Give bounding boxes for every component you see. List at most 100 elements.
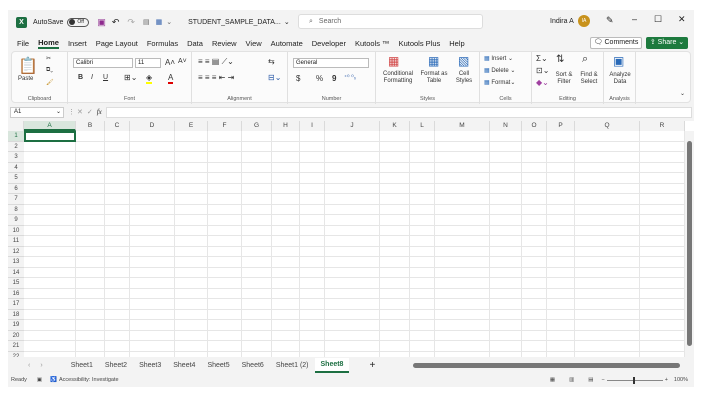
- avatar[interactable]: IA: [578, 15, 590, 27]
- zoom-out-icon[interactable]: −: [601, 377, 604, 383]
- copy-icon[interactable]: ⧉⌄: [46, 67, 53, 74]
- bold-button[interactable]: B: [78, 74, 83, 81]
- cell-styles-button[interactable]: Cell Styles: [452, 71, 476, 85]
- redo-icon[interactable]: ↷: [127, 17, 135, 28]
- comma-button[interactable]: 9: [332, 74, 336, 83]
- select-all-corner[interactable]: [8, 121, 24, 131]
- font-size-dropdown[interactable]: 11: [135, 58, 161, 68]
- share-button[interactable]: ⇪ Share ⌄: [646, 37, 688, 49]
- vertical-scroll-thumb[interactable]: [687, 141, 692, 346]
- tab-kutools-[interactable]: Kutools ™: [355, 39, 390, 48]
- next-sheet-icon[interactable]: ›: [40, 362, 42, 369]
- tab-developer[interactable]: Developer: [312, 39, 346, 48]
- format-painter-icon[interactable]: 🖌: [46, 79, 54, 86]
- sheet-tab-sheet6[interactable]: Sheet6: [236, 362, 270, 369]
- column-header-F[interactable]: F: [208, 121, 242, 131]
- row-header-2[interactable]: 2: [8, 141, 24, 152]
- name-box[interactable]: A1 ⌄: [10, 106, 64, 118]
- sheet-tab-sheet1[interactable]: Sheet1: [65, 362, 99, 369]
- italic-button[interactable]: I: [91, 74, 93, 81]
- spreadsheet-grid[interactable]: A B C D E F G H I J K L M N O P Q R 1 2 3 4 5 6 7 8 9 10 11 12 13 14 15 1…: [8, 121, 694, 367]
- tab-review[interactable]: Review: [212, 39, 237, 48]
- search-box[interactable]: ⌕ Search: [298, 14, 483, 29]
- align-left-icon[interactable]: ≡ ≡ ≡ ⇤ ⇥: [198, 73, 234, 82]
- autosum-icon[interactable]: Σ⌄: [536, 54, 548, 63]
- zoom-slider[interactable]: [606, 376, 663, 384]
- add-sheet-button[interactable]: +: [369, 360, 375, 371]
- format-as-table-button[interactable]: Format as Table: [419, 71, 449, 85]
- column-header-K[interactable]: K: [380, 121, 410, 131]
- pen-icon[interactable]: ✎: [606, 15, 614, 26]
- column-header-O[interactable]: O: [522, 121, 547, 131]
- row-header-18[interactable]: 18: [8, 309, 24, 320]
- row-header-21[interactable]: 21: [8, 341, 24, 352]
- percent-button[interactable]: %: [316, 74, 323, 83]
- sheet-tab-sheet1-2-[interactable]: Sheet1 (2): [270, 362, 315, 369]
- column-header-L[interactable]: L: [410, 121, 435, 131]
- formula-input[interactable]: [105, 106, 692, 118]
- zoom-level[interactable]: 100%: [674, 377, 688, 383]
- insert-function-button[interactable]: fx: [97, 108, 102, 116]
- insert-cells-button[interactable]: ▦ Insert ⌄: [484, 55, 513, 62]
- decrease-font-icon[interactable]: A˅: [178, 58, 187, 65]
- print-preview-icon[interactable]: ▤: [143, 18, 150, 26]
- accessibility-icon[interactable]: ♿: [50, 377, 57, 383]
- column-header-E[interactable]: E: [175, 121, 208, 131]
- row-header-4[interactable]: 4: [8, 162, 24, 173]
- underline-button[interactable]: U: [103, 74, 108, 81]
- column-header-N[interactable]: N: [490, 121, 522, 131]
- cancel-icon[interactable]: ⋮ ✕: [68, 108, 83, 116]
- sheet-tab-sheet2[interactable]: Sheet2: [99, 362, 133, 369]
- sheet-tab-sheet5[interactable]: Sheet5: [201, 362, 235, 369]
- column-header-C[interactable]: C: [105, 121, 130, 131]
- increase-font-icon[interactable]: A˄: [165, 58, 175, 67]
- macro-record-icon[interactable]: ▣: [37, 377, 42, 383]
- increase-decimal-icon[interactable]: ⁺⁰ ⁰₀: [344, 74, 356, 81]
- row-header-9[interactable]: 9: [8, 215, 24, 226]
- tab-insert[interactable]: Insert: [68, 39, 87, 48]
- prev-sheet-icon[interactable]: ‹: [28, 362, 30, 369]
- delete-cells-button[interactable]: ▦ Delete ⌄: [484, 67, 515, 74]
- merge-center-icon[interactable]: ⊟⌄: [268, 73, 281, 82]
- currency-button[interactable]: $: [296, 74, 300, 83]
- tab-help[interactable]: Help: [449, 39, 464, 48]
- paste-icon[interactable]: 📋: [18, 56, 38, 76]
- tab-view[interactable]: View: [246, 39, 262, 48]
- tab-formulas[interactable]: Formulas: [147, 39, 178, 48]
- row-header-16[interactable]: 16: [8, 288, 24, 299]
- paste-button[interactable]: Paste: [18, 76, 33, 82]
- find-select-button[interactable]: Find & Select: [576, 72, 602, 86]
- row-header-8[interactable]: 8: [8, 204, 24, 215]
- accessibility-status[interactable]: Accessibility: Investigate: [59, 377, 119, 383]
- form-icon[interactable]: ▦: [156, 18, 163, 26]
- tab-kutools-plus[interactable]: Kutools Plus: [399, 39, 441, 48]
- row-header-20[interactable]: 20: [8, 330, 24, 341]
- tab-home[interactable]: Home: [38, 38, 59, 49]
- column-header-M[interactable]: M: [435, 121, 490, 131]
- format-cells-button[interactable]: ▦ Format⌄: [484, 79, 515, 86]
- column-header-H[interactable]: H: [272, 121, 300, 131]
- column-header-Q[interactable]: Q: [575, 121, 640, 131]
- row-header-3[interactable]: 3: [8, 152, 24, 163]
- conditional-formatting-button[interactable]: Conditional Formatting: [380, 71, 416, 85]
- row-header-1[interactable]: 1: [8, 131, 24, 142]
- column-header-P[interactable]: P: [547, 121, 575, 131]
- sheet-tab-sheet8[interactable]: Sheet8: [314, 357, 350, 373]
- collapse-ribbon-icon[interactable]: ⌄: [680, 90, 685, 97]
- sheet-tab-sheet4[interactable]: Sheet4: [167, 362, 201, 369]
- enter-icon[interactable]: ✓: [87, 108, 93, 116]
- fill-color-icon[interactable]: ◈: [146, 73, 153, 84]
- sheet-tab-sheet3[interactable]: Sheet3: [133, 362, 167, 369]
- wrap-text-icon[interactable]: ⇆: [268, 57, 275, 66]
- row-header-7[interactable]: 7: [8, 194, 24, 205]
- cut-icon[interactable]: ✂: [46, 55, 51, 62]
- selected-cell-a1[interactable]: [24, 131, 76, 142]
- comments-button[interactable]: 🗨 Comments: [590, 37, 642, 49]
- row-header-6[interactable]: 6: [8, 183, 24, 194]
- customize-toolbar-icon[interactable]: ⌄: [166, 18, 172, 26]
- analyze-data-button[interactable]: Analyze Data: [606, 72, 634, 86]
- chevron-down-icon[interactable]: ⌄: [284, 18, 290, 26]
- row-header-12[interactable]: 12: [8, 246, 24, 257]
- tab-data[interactable]: Data: [187, 39, 203, 48]
- save-icon[interactable]: ▣: [97, 17, 106, 28]
